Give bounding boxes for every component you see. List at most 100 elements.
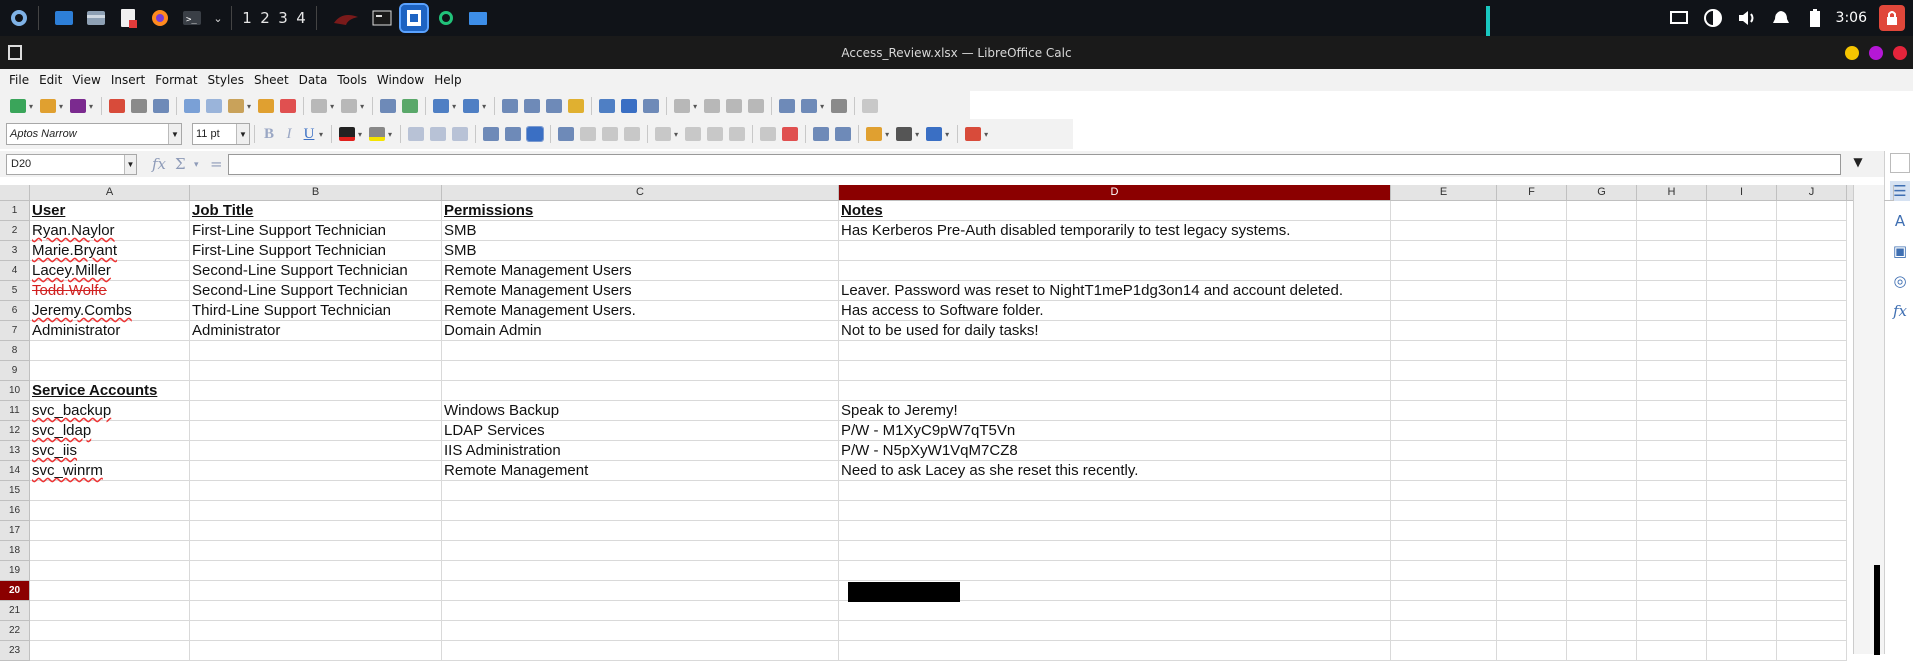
cell-f3[interactable] (1497, 241, 1567, 261)
comment-icon[interactable] (726, 99, 743, 113)
row-header-1[interactable]: 1 (0, 201, 30, 221)
cell-i11[interactable] (1707, 401, 1777, 421)
cell-d3[interactable] (839, 241, 1391, 261)
cell-j14[interactable] (1777, 461, 1847, 481)
cell-e1[interactable] (1391, 201, 1497, 221)
functions-icon[interactable]: fx (1890, 301, 1910, 321)
border-color-dropdown-icon[interactable]: ▾ (945, 130, 949, 139)
desktop-icon[interactable] (51, 5, 77, 31)
cell-j10[interactable] (1777, 381, 1847, 401)
pivot-table-icon[interactable] (643, 99, 660, 113)
cell-h2[interactable] (1637, 221, 1707, 241)
cell-g20[interactable] (1567, 581, 1637, 601)
font-color-icon[interactable] (339, 127, 356, 141)
cut-icon[interactable] (184, 99, 201, 113)
paste-icon[interactable] (228, 99, 245, 113)
cell-a23[interactable] (30, 641, 190, 661)
cell-j13[interactable] (1777, 441, 1847, 461)
cell-a22[interactable] (30, 621, 190, 641)
save-dropdown-icon[interactable]: ▾ (89, 102, 93, 111)
menu-edit[interactable]: Edit (34, 73, 67, 87)
special-character-icon[interactable] (674, 99, 691, 113)
cell-b7[interactable]: Administrator (190, 321, 442, 341)
cell-b22[interactable] (190, 621, 442, 641)
column-header-j[interactable]: J (1777, 185, 1847, 201)
cell-f11[interactable] (1497, 401, 1567, 421)
select-all-corner[interactable] (0, 185, 30, 201)
cell-c20[interactable] (442, 581, 839, 601)
borders-icon[interactable] (866, 127, 883, 141)
column-header-h[interactable]: H (1637, 185, 1707, 201)
cell-h5[interactable] (1637, 281, 1707, 301)
cell-e6[interactable] (1391, 301, 1497, 321)
cell-d12[interactable]: P/W - M1XyC9pW7qT5Vn (839, 421, 1391, 441)
cell-g16[interactable] (1567, 501, 1637, 521)
cell-i9[interactable] (1707, 361, 1777, 381)
row-header-4[interactable]: 4 (0, 261, 30, 281)
cell-b18[interactable] (190, 541, 442, 561)
cell-j12[interactable] (1777, 421, 1847, 441)
cell-d1[interactable]: Notes (839, 201, 1391, 221)
undo-icon[interactable] (311, 99, 328, 113)
center-vertically-icon[interactable] (505, 127, 522, 141)
cell-h21[interactable] (1637, 601, 1707, 621)
chevron-down-icon[interactable]: ▼ (236, 124, 249, 144)
row-header-2[interactable]: 2 (0, 221, 30, 241)
cell-g18[interactable] (1567, 541, 1637, 561)
cell-j9[interactable] (1777, 361, 1847, 381)
cell-a7[interactable]: Administrator (30, 321, 190, 341)
cell-b5[interactable]: Second-Line Support Technician (190, 281, 442, 301)
cell-h12[interactable] (1637, 421, 1707, 441)
align-bottom-icon[interactable] (526, 126, 545, 142)
cell-e12[interactable] (1391, 421, 1497, 441)
row-header-3[interactable]: 3 (0, 241, 30, 261)
cell-a3[interactable]: Marie.Bryant (30, 241, 190, 261)
cell-h11[interactable] (1637, 401, 1707, 421)
cell-c19[interactable] (442, 561, 839, 581)
selected-cell-cursor[interactable] (848, 582, 960, 602)
cell-c18[interactable] (442, 541, 839, 561)
align-left-icon[interactable] (408, 127, 425, 141)
cell-b2[interactable]: First-Line Support Technician (190, 221, 442, 241)
conditional-dropdown-icon[interactable]: ▾ (984, 130, 988, 139)
headers-footers-icon[interactable] (748, 99, 765, 113)
split-window-icon[interactable] (831, 99, 848, 113)
wrap-text-icon[interactable] (558, 127, 575, 141)
cell-h10[interactable] (1637, 381, 1707, 401)
row-header-6[interactable]: 6 (0, 301, 30, 321)
cell-f4[interactable] (1497, 261, 1567, 281)
cell-i4[interactable] (1707, 261, 1777, 281)
maximize-button[interactable] (1869, 46, 1883, 60)
cell-g15[interactable] (1567, 481, 1637, 501)
cell-a6[interactable]: Jeremy.Combs (30, 301, 190, 321)
italic-button[interactable]: I (279, 126, 299, 143)
column-header-f[interactable]: F (1497, 185, 1567, 201)
cell-b11[interactable] (190, 401, 442, 421)
cell-e9[interactable] (1391, 361, 1497, 381)
cell-h15[interactable] (1637, 481, 1707, 501)
cell-j16[interactable] (1777, 501, 1847, 521)
cell-f9[interactable] (1497, 361, 1567, 381)
cell-f13[interactable] (1497, 441, 1567, 461)
row-header-11[interactable]: 11 (0, 401, 30, 421)
formula-icon[interactable]: = (210, 155, 223, 173)
column-header-i[interactable]: I (1707, 185, 1777, 201)
cell-d10[interactable] (839, 381, 1391, 401)
print-icon[interactable] (131, 99, 148, 113)
cell-b20[interactable] (190, 581, 442, 601)
cell-j19[interactable] (1777, 561, 1847, 581)
find-replace-icon[interactable] (380, 99, 397, 113)
cell-d15[interactable] (839, 481, 1391, 501)
cell-j4[interactable] (1777, 261, 1847, 281)
open-dropdown-icon[interactable]: ▾ (59, 102, 63, 111)
cell-g4[interactable] (1567, 261, 1637, 281)
increase-indent-icon[interactable] (813, 127, 830, 141)
cell-i15[interactable] (1707, 481, 1777, 501)
show-draw-functions-icon[interactable] (862, 99, 879, 113)
volume-icon[interactable] (1734, 5, 1760, 31)
cell-h17[interactable] (1637, 521, 1707, 541)
cell-h7[interactable] (1637, 321, 1707, 341)
cell-i10[interactable] (1707, 381, 1777, 401)
cell-j1[interactable] (1777, 201, 1847, 221)
cell-e21[interactable] (1391, 601, 1497, 621)
